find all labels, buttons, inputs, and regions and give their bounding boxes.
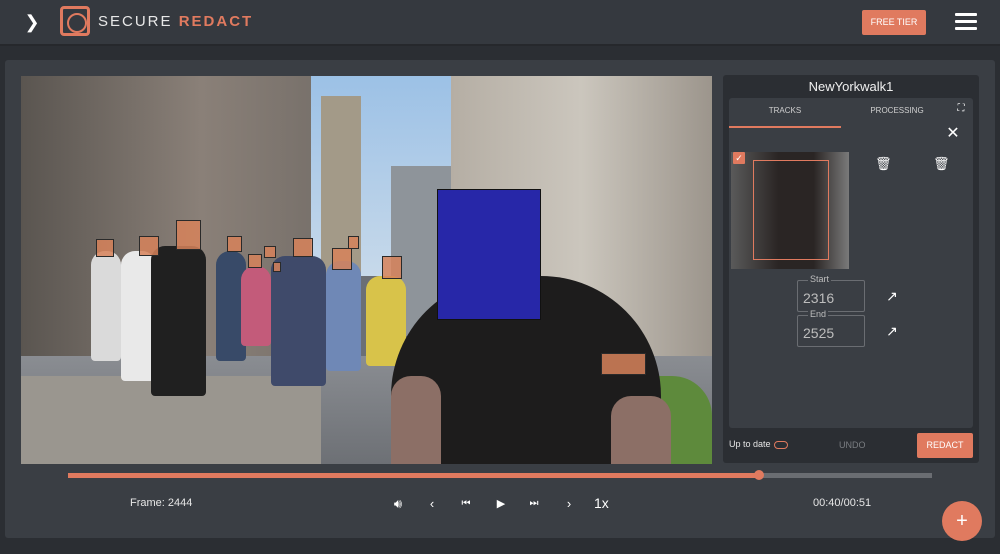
trash-list-icon[interactable]: 🗑︎ bbox=[933, 156, 950, 172]
start-label: Start bbox=[808, 274, 832, 284]
scene-pedestrian bbox=[271, 256, 326, 386]
brand-name-light: SECURE bbox=[98, 12, 173, 30]
project-title: NewYorkwalk1 bbox=[808, 79, 894, 94]
save-status-text: Up to date bbox=[729, 439, 771, 449]
free-tier-button[interactable]: FREE TIER bbox=[862, 10, 926, 35]
skip-back-icon[interactable]: ⏮︎ bbox=[456, 494, 476, 514]
top-bar: ❯ SECURE REDACT FREE TIER bbox=[0, 0, 1000, 46]
start-value: 2316 bbox=[803, 290, 835, 306]
redaction-box[interactable] bbox=[273, 262, 281, 272]
progress-fill bbox=[68, 473, 760, 478]
redaction-box[interactable] bbox=[227, 236, 242, 252]
tab-processing[interactable]: PROCESSING bbox=[841, 104, 953, 120]
redaction-box[interactable] bbox=[264, 246, 276, 258]
logo: SECURE REDACT bbox=[60, 6, 253, 36]
redact-button[interactable]: REDACT bbox=[917, 433, 973, 458]
track-panel: NewYorkwalk1 TRACKS PROCESSING ⛶ ✕ ✓ 🗑︎ … bbox=[723, 75, 979, 463]
next-icon[interactable]: › bbox=[559, 494, 579, 514]
start-field[interactable]: Start 2316 bbox=[797, 274, 865, 312]
hamburger-icon[interactable] bbox=[955, 13, 977, 31]
close-icon[interactable]: ✕ bbox=[945, 126, 961, 142]
redaction-box[interactable] bbox=[382, 256, 402, 279]
play-icon[interactable]: ▶︎ bbox=[491, 494, 511, 514]
undo-button[interactable]: UNDO bbox=[839, 440, 866, 450]
fullscreen-icon[interactable]: ⛶ bbox=[955, 103, 967, 115]
progress-bar[interactable] bbox=[68, 470, 932, 480]
end-field[interactable]: End 2525 bbox=[797, 309, 865, 347]
video-frame[interactable] bbox=[21, 76, 712, 464]
redaction-box[interactable] bbox=[601, 353, 646, 375]
jump-icon[interactable]: ↗ bbox=[885, 324, 899, 338]
end-value: 2525 bbox=[803, 325, 835, 341]
track-checkbox[interactable]: ✓ bbox=[733, 152, 745, 164]
prev-icon[interactable]: ‹ bbox=[422, 494, 442, 514]
selected-redaction-box[interactable] bbox=[437, 189, 541, 320]
trash-icon[interactable]: 🗑︎ bbox=[875, 156, 892, 172]
thumbnail-redaction-box bbox=[753, 160, 829, 260]
scene-arm bbox=[611, 396, 671, 464]
playback-speed[interactable]: 1x bbox=[594, 495, 609, 511]
redaction-box[interactable] bbox=[293, 238, 313, 257]
scene-pedestrian bbox=[91, 251, 121, 361]
redaction-box[interactable] bbox=[139, 236, 159, 256]
end-label: End bbox=[808, 309, 829, 319]
frame-label: Frame: 2444 bbox=[130, 497, 193, 509]
tab-tracks[interactable]: TRACKS bbox=[729, 104, 841, 128]
time-readout: 00:40/00:51 bbox=[813, 497, 872, 509]
redaction-box[interactable] bbox=[176, 220, 201, 250]
chevron-right-icon[interactable]: ❯ bbox=[22, 12, 42, 32]
jump-icon[interactable]: ↗ bbox=[885, 289, 899, 303]
scene-pedestrian bbox=[241, 266, 271, 346]
plus-icon[interactable]: + bbox=[942, 501, 982, 541]
track-panel-body: TRACKS PROCESSING ⛶ ✕ ✓ 🗑︎ 🗑︎ Start 2316… bbox=[729, 98, 973, 428]
volume-icon[interactable]: 🔊︎ bbox=[388, 494, 408, 514]
redaction-box[interactable] bbox=[248, 254, 262, 268]
redaction-box[interactable] bbox=[348, 236, 359, 249]
scene-pedestrian bbox=[151, 246, 206, 396]
cloud-icon bbox=[773, 440, 788, 449]
brand-name-bold: REDACT bbox=[178, 12, 254, 30]
save-status: Up to date bbox=[729, 439, 788, 449]
redaction-box[interactable] bbox=[96, 239, 114, 257]
redaction-box[interactable] bbox=[332, 248, 352, 270]
skip-forward-icon[interactable]: ⏭︎ bbox=[524, 494, 544, 514]
scene-pedestrian bbox=[326, 261, 361, 371]
track-thumbnail[interactable] bbox=[731, 152, 849, 269]
scene-arm bbox=[391, 376, 441, 464]
logo-mark bbox=[60, 6, 90, 36]
